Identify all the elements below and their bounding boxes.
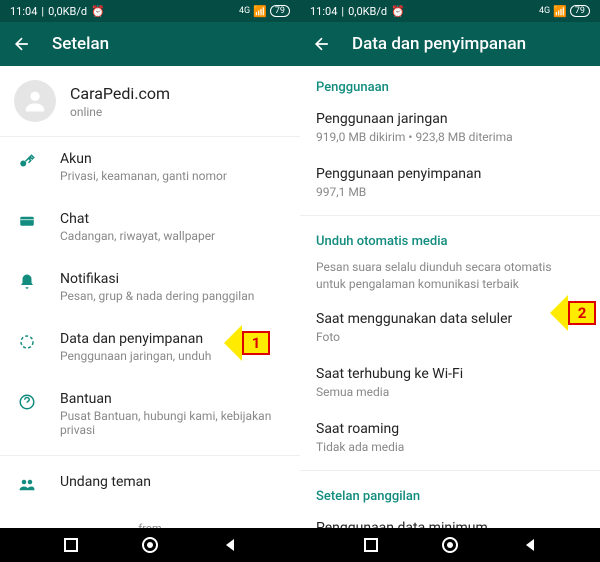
item-roaming[interactable]: Saat roaming Tidak ada media <box>300 411 600 466</box>
divider <box>0 455 300 456</box>
item-title: Penggunaan data minimum <box>316 520 584 528</box>
callout-number: 1 <box>242 331 270 355</box>
settings-item-akun[interactable]: Akun Privasi, keamanan, ganti nomor <box>0 137 300 197</box>
callout-arrow-1: 1 <box>224 325 270 361</box>
item-sub: 919,0 MB dikirim • 923,8 MB diterima <box>316 130 584 144</box>
chat-icon <box>16 211 38 243</box>
status-time: 11:04 <box>10 5 37 18</box>
item-mobile-data[interactable]: Saat menggunakan data seluler Foto 2 <box>300 301 600 356</box>
battery-icon: 79 <box>270 5 290 17</box>
item-sub: Privasi, keamanan, ganti nomor <box>60 169 284 183</box>
divider <box>300 215 600 216</box>
callout-number: 2 <box>568 301 596 325</box>
item-title: Penggunaan jaringan <box>316 111 584 127</box>
status-time: 11:04 <box>310 5 337 18</box>
nav-back[interactable] <box>222 537 238 553</box>
footer-from: from <box>0 508 300 528</box>
item-sub: Pesan, grup & nada dering panggilan <box>60 289 284 303</box>
item-sub: Cadangan, riwayat, wallpaper <box>60 229 284 243</box>
nav-recents[interactable] <box>363 537 379 553</box>
android-navbar <box>300 528 600 562</box>
page-title: Setelan <box>52 34 109 54</box>
settings-item-notifikasi[interactable]: Notifikasi Pesan, grup & nada dering pan… <box>0 257 300 317</box>
section-call: Setelan panggilan <box>300 475 600 510</box>
nav-recents[interactable] <box>63 537 79 553</box>
item-title: Chat <box>60 211 284 227</box>
item-storage-usage[interactable]: Penggunaan penyimpanan 997,1 MB <box>300 156 600 211</box>
item-title: Undang teman <box>60 474 284 490</box>
status-speed: 0,0KB/d <box>348 5 387 18</box>
help-icon <box>16 391 38 437</box>
item-title: Saat menggunakan data seluler <box>316 311 584 327</box>
key-icon <box>16 151 38 183</box>
signal-icon: 📶 <box>553 5 567 18</box>
item-sub: 997,1 MB <box>316 185 584 199</box>
phone-right-data-storage: 11:04 | 0,0KB/d ⏰ 4G 📶 79 Data dan penyi… <box>300 0 600 562</box>
section-usage: Penggunaan <box>300 66 600 101</box>
nav-home[interactable] <box>141 536 159 554</box>
status-sep: | <box>341 5 344 18</box>
item-network-usage[interactable]: Penggunaan jaringan 919,0 MB dikirim • 9… <box>300 101 600 156</box>
item-title: Saat roaming <box>316 421 584 437</box>
android-navbar <box>0 528 300 562</box>
item-sub: Semua media <box>316 385 584 399</box>
callout-arrow-2: 2 <box>550 295 596 331</box>
item-title: Saat terhubung ke Wi-Fi <box>316 366 584 382</box>
back-icon[interactable] <box>312 34 332 54</box>
bell-icon <box>16 271 38 303</box>
divider <box>300 470 600 471</box>
settings-item-invite[interactable]: Undang teman <box>0 460 300 508</box>
status-sep: | <box>41 5 44 18</box>
item-sub: Tidak ada media <box>316 440 584 454</box>
settings-item-bantuan[interactable]: Bantuan Pusat Bantuan, hubungi kami, keb… <box>0 377 300 451</box>
app-bar: Data dan penyimpanan <box>300 22 600 66</box>
app-bar: Setelan <box>0 22 300 66</box>
network-label: 4G <box>239 6 250 16</box>
alarm-icon: ⏰ <box>91 5 105 18</box>
avatar <box>14 80 56 122</box>
profile-name: CaraPedi.com <box>70 84 170 103</box>
settings-content: CaraPedi.com online Akun Privasi, keaman… <box>0 66 300 528</box>
profile-status: online <box>70 105 170 119</box>
nav-home[interactable] <box>441 536 459 554</box>
phone-left-settings: 11:04 | 0,0KB/d ⏰ 4G 📶 79 Setelan CaraPe… <box>0 0 300 562</box>
item-wifi[interactable]: Saat terhubung ke Wi-Fi Semua media <box>300 356 600 411</box>
item-sub: Pusat Bantuan, hubungi kami, kebijakan p… <box>60 409 284 437</box>
battery-icon: 79 <box>570 5 590 17</box>
page-title: Data dan penyimpanan <box>352 34 526 54</box>
status-bar: 11:04 | 0,0KB/d ⏰ 4G 📶 79 <box>300 0 600 22</box>
item-title: Akun <box>60 151 284 167</box>
data-usage-icon <box>16 331 38 363</box>
status-bar: 11:04 | 0,0KB/d ⏰ 4G 📶 79 <box>0 0 300 22</box>
nav-back[interactable] <box>522 537 538 553</box>
status-speed: 0,0KB/d <box>48 5 87 18</box>
network-label: 4G <box>539 6 550 16</box>
profile-row[interactable]: CaraPedi.com online <box>0 66 300 137</box>
data-storage-content: Penggunaan Penggunaan jaringan 919,0 MB … <box>300 66 600 528</box>
section-auto-download: Unduh otomatis media <box>300 220 600 255</box>
people-icon <box>16 474 38 494</box>
settings-item-chat[interactable]: Chat Cadangan, riwayat, wallpaper <box>0 197 300 257</box>
signal-icon: 📶 <box>253 5 267 18</box>
item-title: Notifikasi <box>60 271 284 287</box>
alarm-icon: ⏰ <box>391 5 405 18</box>
item-title: Bantuan <box>60 391 284 407</box>
settings-item-data[interactable]: Data dan penyimpanan Penggunaan jaringan… <box>0 317 300 377</box>
item-sub: Foto <box>316 330 584 344</box>
item-low-data-call[interactable]: Penggunaan data minimum Mengurangi pengg… <box>300 510 600 528</box>
item-title: Penggunaan penyimpanan <box>316 166 584 182</box>
back-icon[interactable] <box>12 34 32 54</box>
